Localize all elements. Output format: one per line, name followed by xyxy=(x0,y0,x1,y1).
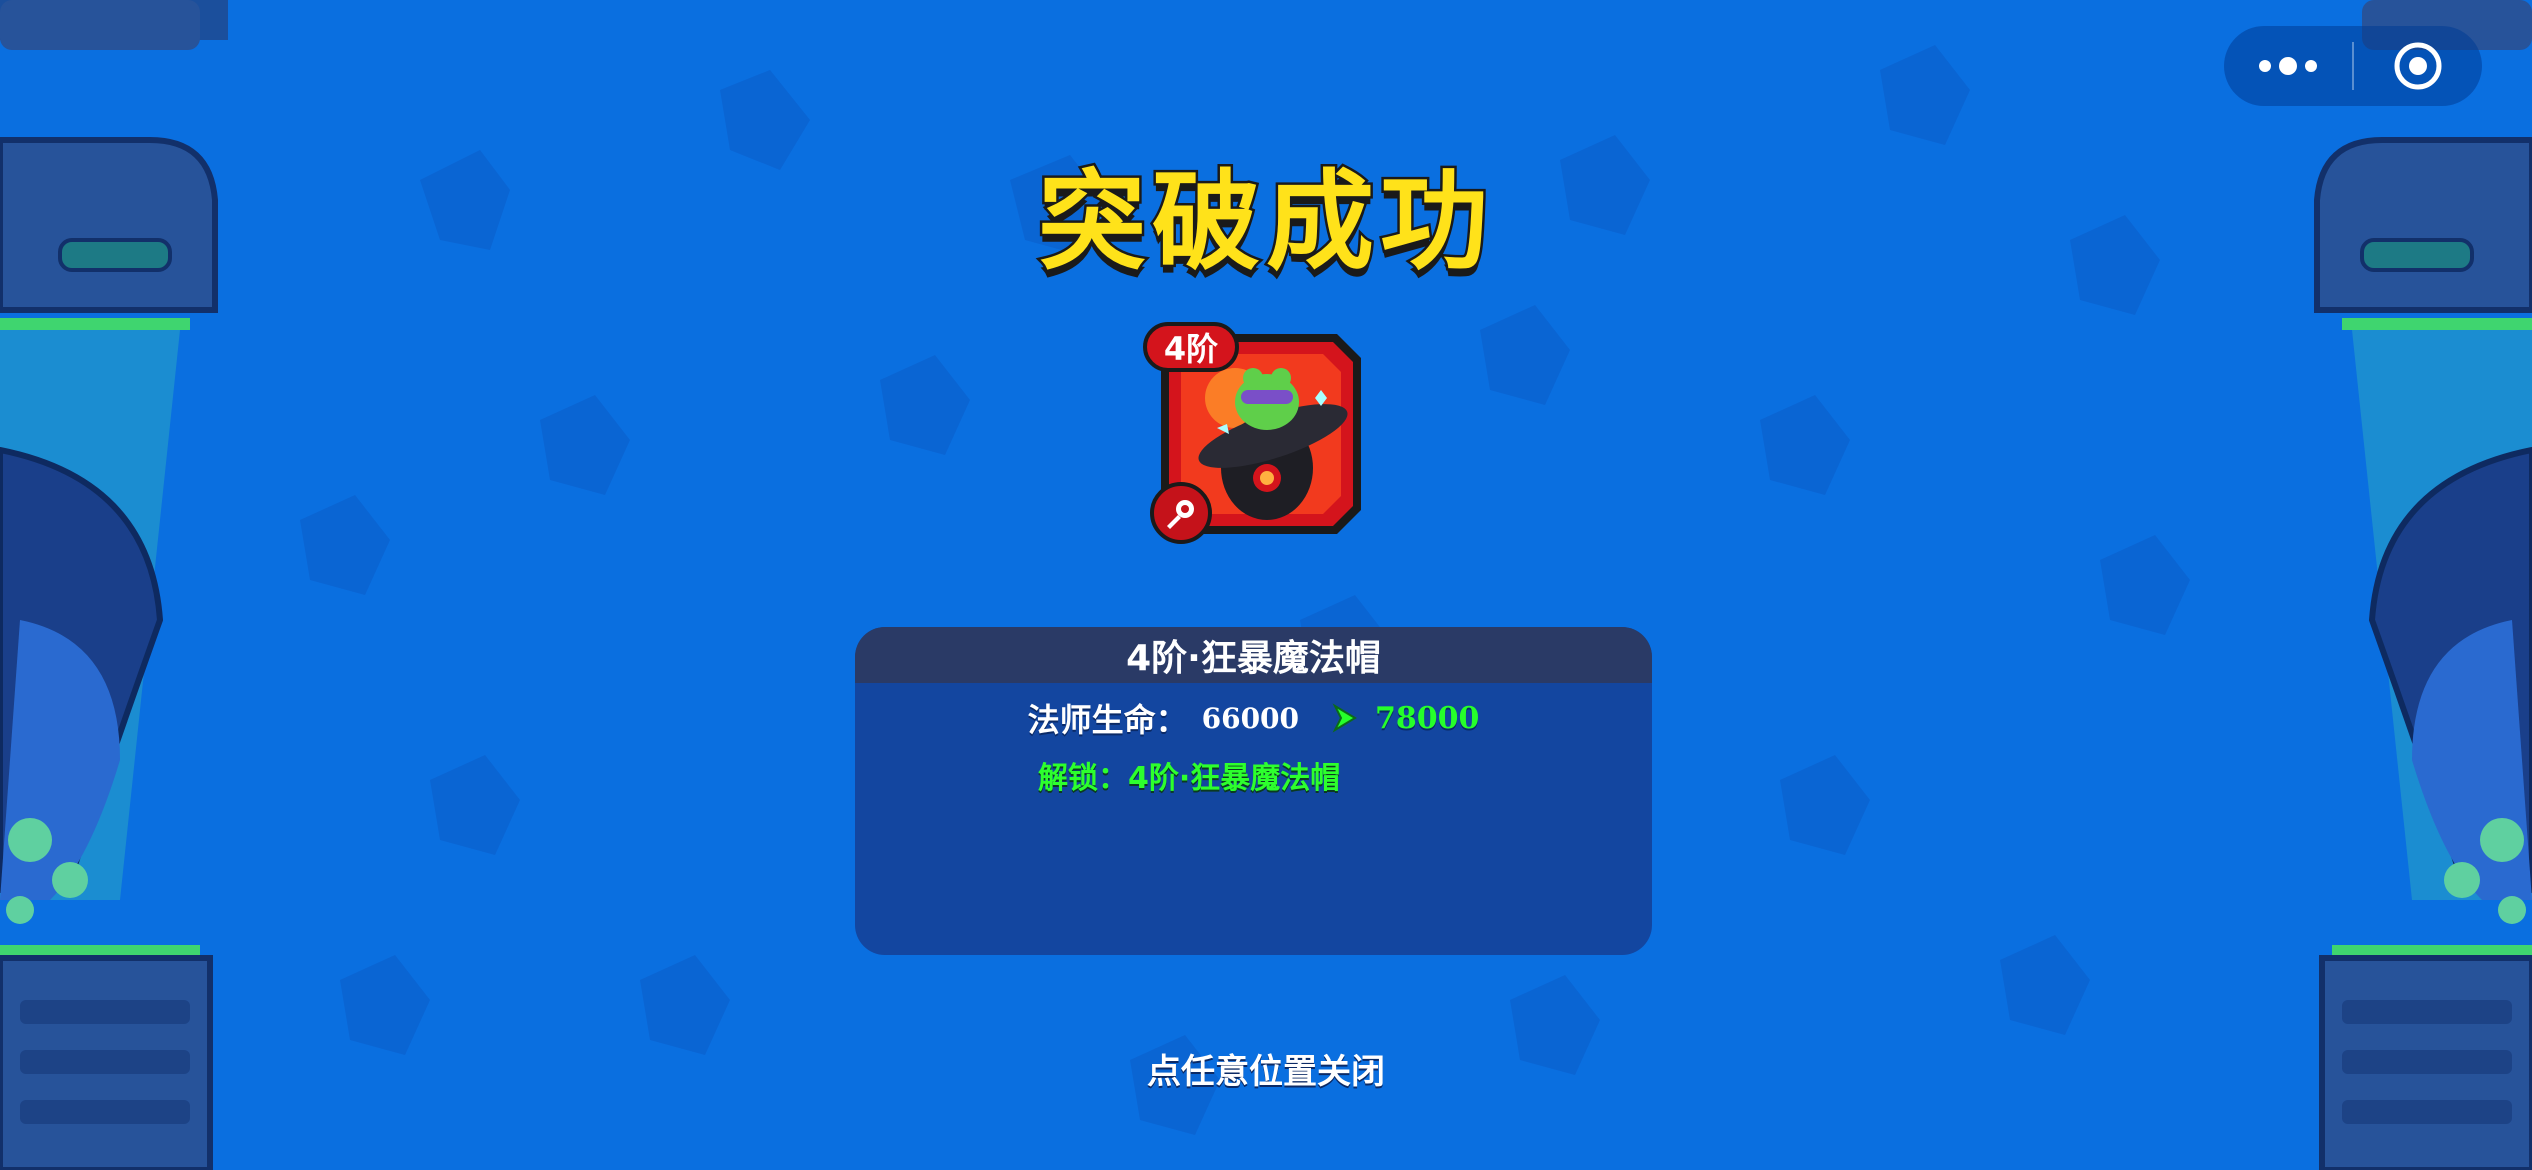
unlock-text: 解锁：4阶·狂暴魔法帽 xyxy=(1038,761,1341,796)
arrow-right-icon xyxy=(1332,703,1357,733)
more-dots-icon[interactable] xyxy=(2224,26,2352,106)
stat-label: 法师生命： xyxy=(1027,701,1188,739)
panel-header: 4阶·狂暴魔法帽 xyxy=(855,627,1652,683)
system-capsule xyxy=(2224,26,2482,106)
target-close-icon[interactable] xyxy=(2354,26,2482,106)
stat-row: 法师生命： 66000 78000 xyxy=(855,687,1652,749)
stat-new-value: 78000 xyxy=(1375,700,1480,736)
game-screen[interactable]: 突破成功 4阶 4阶·狂暴魔法帽 法师生命： 66000 78000 解锁：4阶… xyxy=(0,0,2532,1170)
tier-badge: 4阶 xyxy=(1143,322,1239,372)
info-panel: 4阶·狂暴魔法帽 法师生命： 66000 78000 解锁：4阶·狂暴魔法帽 xyxy=(855,627,1652,955)
breakthrough-success-title: 突破成功 xyxy=(1035,158,1494,288)
key-icon xyxy=(1150,482,1212,544)
stat-old-value: 66000 xyxy=(1201,701,1300,735)
tap-to-close-hint: 点任意位置关闭 xyxy=(1147,1052,1385,1092)
